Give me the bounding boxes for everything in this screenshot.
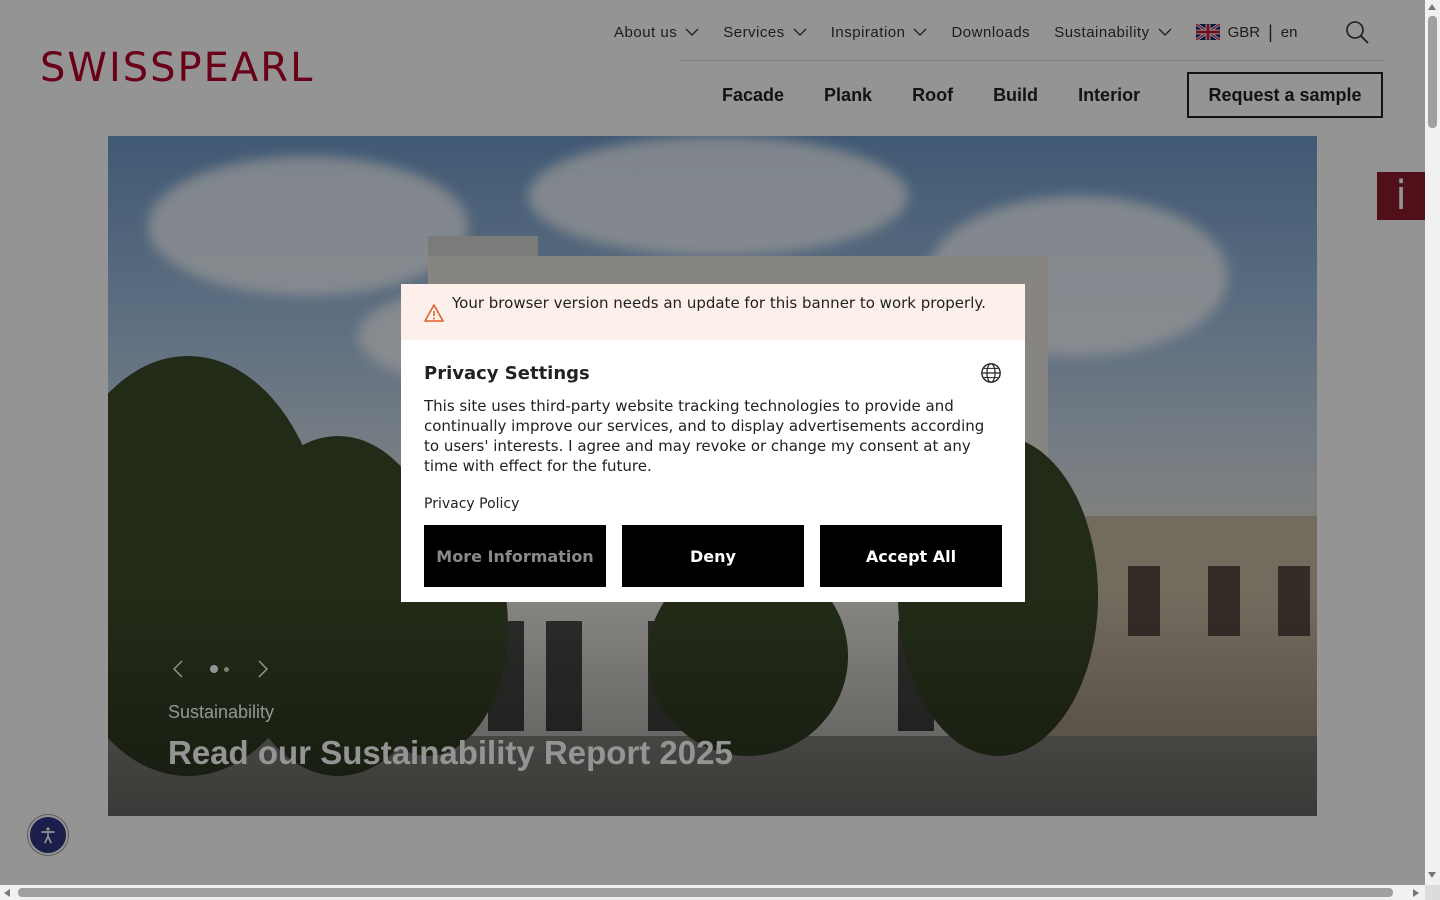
dialog-body: Privacy Settings This site uses third-pa… xyxy=(401,362,1025,587)
page: SWISSPEARL About us Services Inspiration… xyxy=(0,0,1425,885)
accept-all-button[interactable]: Accept All xyxy=(820,525,1002,587)
more-information-button[interactable]: More Information xyxy=(424,525,606,587)
dialog-buttons: More Information Deny Accept All xyxy=(424,525,1002,587)
scroll-left-arrow-icon[interactable] xyxy=(4,889,10,897)
warning-icon xyxy=(424,304,444,322)
globe-icon[interactable] xyxy=(980,362,1002,384)
privacy-policy-link[interactable]: Privacy Policy xyxy=(424,496,519,512)
horizontal-scrollbar[interactable] xyxy=(0,885,1425,900)
vertical-scrollbar[interactable] xyxy=(1425,0,1440,885)
deny-button[interactable]: Deny xyxy=(622,525,804,587)
browser-warning-text: Your browser version needs an update for… xyxy=(452,294,986,312)
vertical-scrollbar-thumb[interactable] xyxy=(1428,16,1437,128)
scroll-down-arrow-icon[interactable] xyxy=(1428,872,1436,878)
browser-warning-banner: Your browser version needs an update for… xyxy=(401,284,1025,340)
horizontal-scrollbar-thumb[interactable] xyxy=(18,888,1393,897)
privacy-settings-dialog: Your browser version needs an update for… xyxy=(401,284,1025,602)
dialog-title: Privacy Settings xyxy=(424,362,590,384)
scroll-up-arrow-icon[interactable] xyxy=(1428,4,1436,10)
dialog-description: This site uses third-party website track… xyxy=(424,397,985,475)
scroll-right-arrow-icon[interactable] xyxy=(1413,889,1419,897)
scrollbar-corner xyxy=(1425,885,1440,900)
dialog-title-row: Privacy Settings xyxy=(424,362,1002,384)
